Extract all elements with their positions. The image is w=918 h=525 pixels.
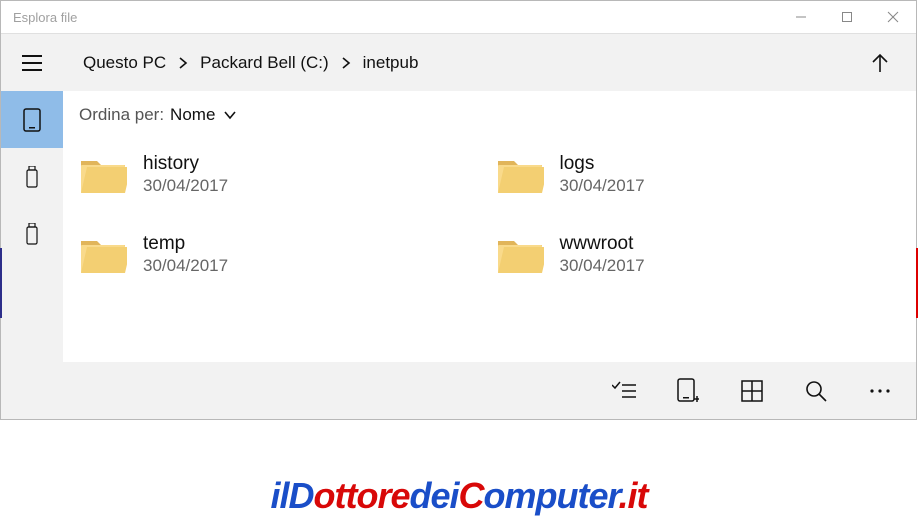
- breadcrumb-item[interactable]: Packard Bell (C:): [196, 49, 332, 77]
- window-body: Questo PC Packard Bell (C:) inetpub: [1, 34, 916, 419]
- up-button[interactable]: [862, 45, 898, 81]
- file-meta: temp 30/04/2017: [143, 233, 228, 278]
- sidebar-item-drive-2[interactable]: [1, 205, 63, 262]
- folder-item[interactable]: logs 30/04/2017: [496, 143, 901, 207]
- file-date: 30/04/2017: [143, 175, 228, 197]
- tablet-icon: [23, 108, 41, 132]
- file-grid: history 30/04/2017 logs: [63, 137, 916, 362]
- folder-icon: [496, 235, 544, 275]
- bottom-toolbar: [63, 362, 916, 419]
- folder-icon: [496, 155, 544, 195]
- watermark-part: C: [459, 475, 484, 516]
- arrow-up-icon: [870, 52, 890, 74]
- minimize-button[interactable]: [778, 1, 824, 33]
- breadcrumb-item[interactable]: Questo PC: [79, 49, 170, 77]
- maximize-button[interactable]: [824, 1, 870, 33]
- search-icon: [804, 379, 828, 403]
- new-tablet-icon: [677, 378, 699, 404]
- watermark-part: dei: [409, 475, 458, 516]
- search-button[interactable]: [788, 371, 844, 411]
- breadcrumb-item[interactable]: inetpub: [359, 49, 423, 77]
- folder-item[interactable]: history 30/04/2017: [79, 143, 484, 207]
- sort-value-text: Nome: [170, 105, 215, 125]
- more-button[interactable]: [852, 371, 908, 411]
- grid-icon: [741, 380, 763, 402]
- watermark-part: omputer: [484, 475, 619, 516]
- chevron-down-icon: [223, 105, 237, 125]
- watermark: ilDottoredeiComputer.it: [0, 475, 918, 517]
- checklist-icon: [612, 381, 636, 401]
- folder-icon: [79, 155, 127, 195]
- file-name: logs: [560, 153, 645, 176]
- sort-label: Ordina per:: [79, 105, 164, 125]
- sort-dropdown[interactable]: Nome: [170, 105, 237, 125]
- close-button[interactable]: [870, 1, 916, 33]
- file-date: 30/04/2017: [560, 255, 645, 277]
- sort-bar: Ordina per: Nome: [63, 91, 916, 137]
- hamburger-icon: [21, 54, 43, 72]
- sidebar: [1, 34, 63, 419]
- sidebar-item-this-pc[interactable]: [1, 91, 63, 148]
- content-area: Questo PC Packard Bell (C:) inetpub: [63, 34, 916, 419]
- decorative-edge: [0, 248, 2, 318]
- watermark-part: .it: [619, 475, 648, 516]
- chevron-right-icon: [170, 56, 196, 70]
- file-date: 30/04/2017: [560, 175, 645, 197]
- ellipsis-icon: [869, 388, 891, 394]
- titlebar: Esplora file: [1, 1, 916, 34]
- file-name: history: [143, 153, 228, 176]
- window-title: Esplora file: [1, 10, 77, 25]
- select-button[interactable]: [596, 371, 652, 411]
- window-controls: [778, 1, 916, 33]
- usb-drive-icon: [26, 223, 38, 245]
- new-item-button[interactable]: [660, 371, 716, 411]
- folder-item[interactable]: wwwroot 30/04/2017: [496, 223, 901, 287]
- folder-icon: [79, 235, 127, 275]
- file-meta: history 30/04/2017: [143, 153, 228, 198]
- usb-drive-icon: [26, 166, 38, 188]
- chevron-right-icon: [333, 56, 359, 70]
- folder-item[interactable]: temp 30/04/2017: [79, 223, 484, 287]
- watermark-part: ilD: [270, 475, 313, 516]
- view-grid-button[interactable]: [724, 371, 780, 411]
- file-name: temp: [143, 233, 228, 256]
- file-date: 30/04/2017: [143, 255, 228, 277]
- file-name: wwwroot: [560, 233, 645, 256]
- hamburger-menu-button[interactable]: [1, 34, 63, 91]
- file-meta: wwwroot 30/04/2017: [560, 233, 645, 278]
- sidebar-item-drive-1[interactable]: [1, 148, 63, 205]
- file-explorer-window: Esplora file: [0, 0, 917, 420]
- breadcrumb-bar: Questo PC Packard Bell (C:) inetpub: [63, 34, 916, 91]
- file-meta: logs 30/04/2017: [560, 153, 645, 198]
- watermark-part: ottore: [313, 475, 409, 516]
